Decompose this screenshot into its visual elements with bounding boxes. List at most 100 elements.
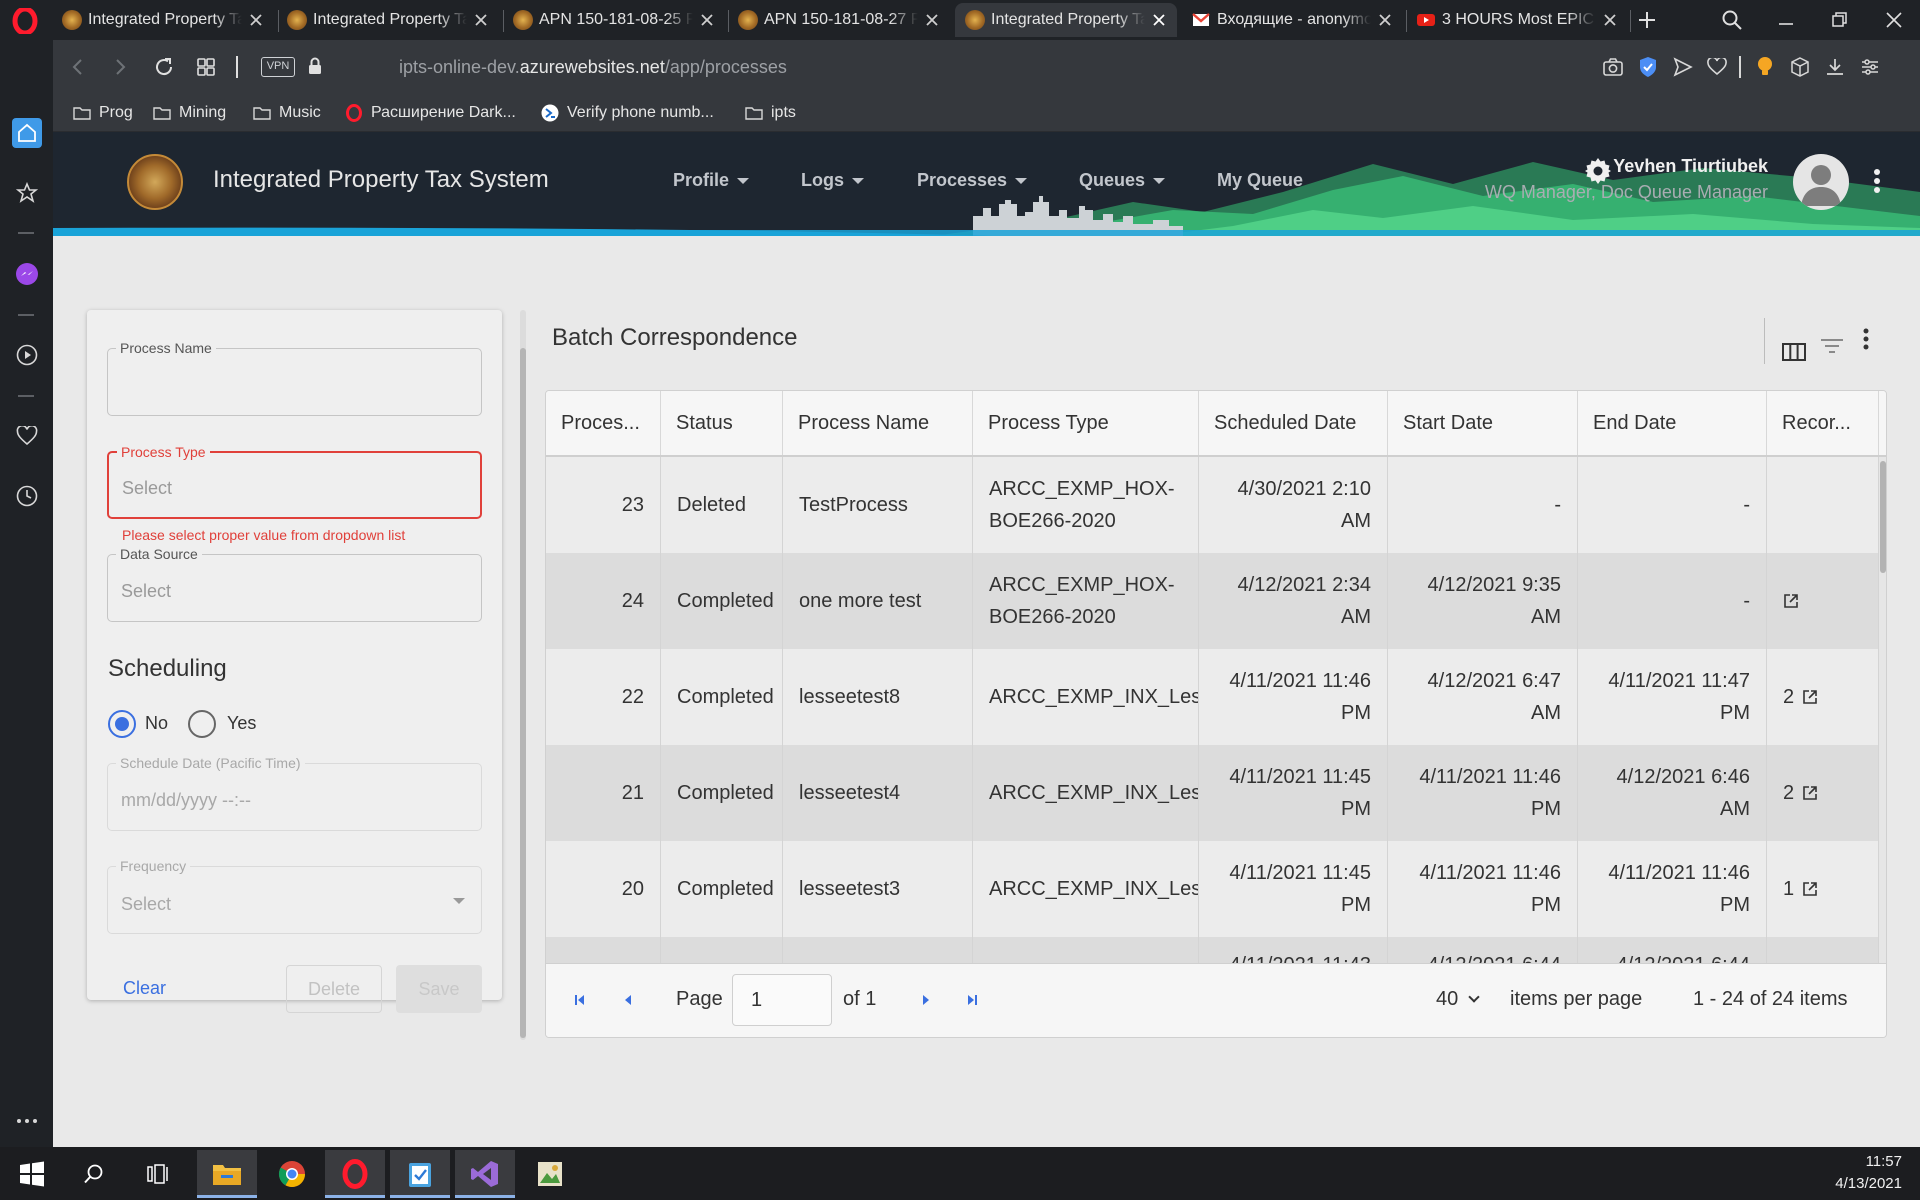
bookmark-folder-mining[interactable]: Mining [153, 100, 226, 126]
column-header-records[interactable]: Recor... [1767, 391, 1879, 455]
column-header-status[interactable]: Status [661, 391, 783, 455]
bookmark-folder-prog[interactable]: Prog [73, 100, 133, 126]
close-tab-icon[interactable] [924, 13, 940, 27]
taskbar-search-button[interactable] [64, 1150, 124, 1198]
sidebar-messenger-button[interactable] [12, 259, 42, 289]
external-link-icon[interactable] [1802, 689, 1818, 705]
external-link-icon[interactable] [1783, 593, 1799, 609]
column-header-start-date[interactable]: Start Date [1388, 391, 1578, 455]
process-name-field[interactable]: Process Name [107, 340, 482, 416]
column-header-process-id[interactable]: Proces... [546, 391, 661, 455]
frequency-select[interactable]: Frequency Select [107, 858, 482, 934]
scheduling-no-radio[interactable] [108, 710, 136, 738]
save-button[interactable]: Save [396, 965, 482, 1013]
easy-setup-button[interactable] [1858, 55, 1882, 79]
items-per-page-select[interactable]: 40 [1436, 988, 1480, 1011]
schedule-date-input[interactable]: Schedule Date (Pacific Time) mm/dd/yyyy … [107, 755, 482, 831]
column-header-process-name[interactable]: Process Name [783, 391, 973, 455]
bookmark-heart-button[interactable] [1705, 55, 1729, 79]
taskbar-visual-studio[interactable] [455, 1150, 515, 1198]
bookmark-dark-extension[interactable]: Расширение Dark... [345, 100, 516, 126]
user-name[interactable]: Yevhen Tiurtiubek [1613, 156, 1768, 177]
app-title[interactable]: Integrated Property Tax System [213, 166, 549, 194]
menu-my-queue[interactable]: My Queue [1217, 170, 1303, 191]
bookmark-folder-ipts[interactable]: ipts [745, 100, 796, 126]
browser-tab-2[interactable]: APN 150-181-08-25 P [503, 3, 725, 37]
panel-scrollbar-thumb[interactable] [520, 348, 526, 1038]
more-vertical-icon[interactable] [1852, 326, 1880, 354]
last-page-icon[interactable] [964, 992, 980, 1008]
extensions-button[interactable] [1788, 55, 1812, 79]
column-header-process-type[interactable]: Process Type [973, 391, 1199, 455]
vpn-badge[interactable]: VPN [261, 57, 295, 77]
taskbar-file-explorer[interactable] [197, 1150, 257, 1198]
sidebar-more-button[interactable] [12, 1106, 42, 1136]
sidebar-player-button[interactable] [12, 340, 42, 370]
downloads-button[interactable] [1823, 55, 1847, 79]
start-button[interactable] [2, 1150, 62, 1198]
external-link-icon[interactable] [1802, 785, 1818, 801]
sidebar-history-button[interactable] [12, 481, 42, 511]
tab-grid-button[interactable] [193, 54, 219, 80]
close-tab-icon[interactable] [1151, 13, 1167, 27]
taskbar-image-app[interactable] [520, 1150, 580, 1198]
browser-tab-4[interactable]: Integrated Property Ta [955, 3, 1177, 37]
radio-label-yes[interactable]: Yes [227, 713, 256, 734]
county-seal-logo[interactable] [127, 154, 183, 210]
process-type-select[interactable]: Process Type Select [107, 444, 482, 519]
column-header-end-date[interactable]: End Date [1578, 391, 1767, 455]
close-tab-icon[interactable] [1602, 13, 1618, 27]
columns-icon[interactable] [1780, 338, 1808, 366]
sidebar-home-button[interactable] [12, 118, 42, 148]
system-clock[interactable]: 11:57 4/13/2021 [1835, 1151, 1902, 1195]
close-tab-icon[interactable] [473, 13, 489, 27]
table-row[interactable]: 23 Deleted TestProcess ARCC_EXMP_HOX-BOE… [546, 457, 1886, 553]
table-row[interactable]: 20 Completed lesseetest3 ARCC_EXMP_INX_L… [546, 841, 1886, 937]
filter-icon[interactable] [1818, 332, 1846, 360]
first-page-icon[interactable] [572, 992, 588, 1008]
delete-button[interactable]: Delete [286, 965, 382, 1013]
taskbar-chrome[interactable] [262, 1150, 322, 1198]
tab-search-button[interactable] [1718, 6, 1746, 34]
browser-tab-0[interactable]: Integrated Property Ta [52, 3, 274, 37]
table-row[interactable]: 22 Completed lesseetest8 ARCC_EXMP_INX_L… [546, 649, 1886, 745]
prev-page-icon[interactable] [620, 992, 636, 1008]
table-row[interactable]: 21 Completed lesseetest4 ARCC_EXMP_INX_L… [546, 745, 1886, 841]
close-window-button[interactable] [1880, 6, 1908, 34]
browser-tab-6[interactable]: 3 HOURS Most EPIC F [1406, 3, 1628, 37]
radio-label-no[interactable]: No [145, 713, 168, 734]
close-tab-icon[interactable] [1377, 13, 1393, 27]
data-source-select[interactable]: Data Source Select [107, 546, 482, 622]
opera-logo-icon[interactable] [12, 8, 38, 34]
browser-tab-1[interactable]: Integrated Property Ta [277, 3, 499, 37]
taskbar-opera[interactable] [325, 1150, 385, 1198]
new-tab-plus-icon[interactable] [1636, 9, 1658, 31]
menu-queues[interactable]: Queues [1079, 170, 1166, 191]
close-tab-icon[interactable] [248, 13, 264, 27]
send-button[interactable] [1671, 55, 1695, 79]
minimize-button[interactable] [1772, 6, 1800, 34]
menu-profile[interactable]: Profile [673, 170, 750, 191]
next-page-icon[interactable] [918, 992, 934, 1008]
back-button[interactable] [65, 54, 91, 80]
sidebar-speed-dial-button[interactable] [12, 178, 42, 208]
restore-button[interactable] [1826, 6, 1854, 34]
snapshot-button[interactable] [1601, 55, 1625, 79]
column-header-scheduled-date[interactable]: Scheduled Date [1199, 391, 1388, 455]
task-view-button[interactable] [128, 1150, 188, 1198]
reload-button[interactable] [151, 54, 177, 80]
forward-button[interactable] [107, 54, 133, 80]
url-field[interactable]: ipts-online-dev.azurewebsites.net/app/pr… [399, 57, 787, 78]
bookmark-verify-phone[interactable]: Verify phone numb... [541, 100, 714, 126]
clear-button[interactable]: Clear [123, 978, 166, 999]
user-avatar[interactable] [1793, 154, 1849, 210]
close-tab-icon[interactable] [699, 13, 715, 27]
more-vertical-icon[interactable] [1867, 166, 1887, 196]
menu-logs[interactable]: Logs [801, 170, 864, 191]
scheduling-yes-radio[interactable] [188, 710, 216, 738]
browser-tab-3[interactable]: APN 150-181-08-27 P [728, 3, 950, 37]
menu-processes[interactable]: Processes [917, 170, 1028, 191]
extension-bulb-button[interactable] [1753, 55, 1777, 79]
table-row[interactable]: 24 Completed one more test ARCC_EXMP_HOX… [546, 553, 1886, 649]
grid-scrollbar-thumb[interactable] [1880, 461, 1886, 573]
